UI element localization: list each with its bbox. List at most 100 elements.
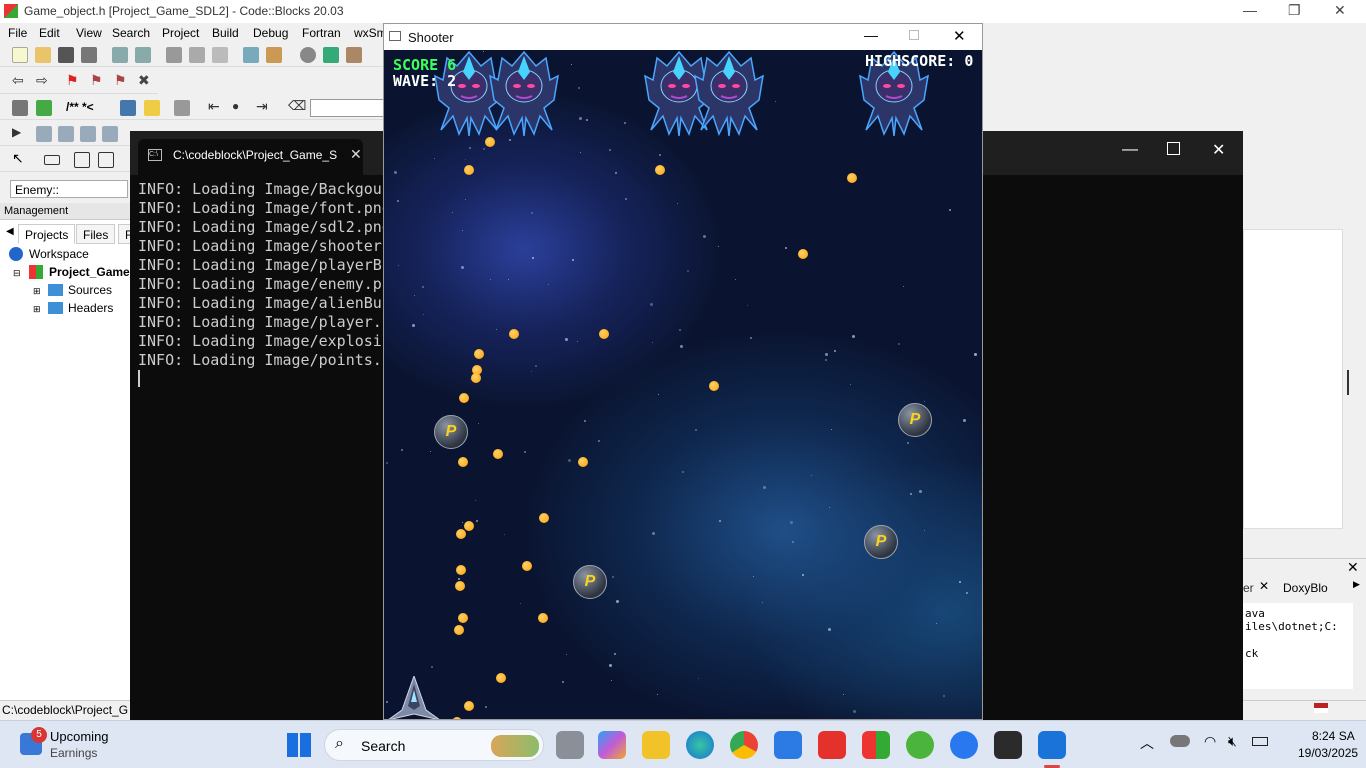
task-view-icon[interactable] (556, 731, 584, 759)
zalo-icon[interactable] (950, 731, 978, 759)
image-icon[interactable] (74, 152, 90, 168)
logs-tab-build[interactable]: er (1243, 581, 1254, 595)
codeblocks-task-icon[interactable] (862, 731, 890, 759)
jump-forward-icon[interactable]: ⇥ (256, 98, 272, 114)
file-explorer-icon[interactable] (642, 731, 670, 759)
wifi-icon[interactable]: ◠ (1204, 733, 1216, 750)
search-combo[interactable] (310, 99, 385, 117)
logs-close-icon[interactable]: ✕ (1347, 559, 1359, 576)
wps-icon[interactable] (818, 731, 846, 759)
forward-arrow-icon[interactable]: ⇨ (36, 72, 52, 88)
logs-tab-scroll-icon[interactable]: ▶ (1353, 579, 1360, 590)
tree-sources[interactable]: Sources (68, 283, 112, 297)
save-all-icon[interactable] (81, 47, 97, 63)
minimize-icon[interactable]: — (1243, 2, 1257, 18)
rect-icon[interactable] (44, 155, 60, 165)
search-box[interactable]: ⌕ Search (324, 729, 544, 761)
clock-time[interactable]: 8:24 SA (1312, 729, 1355, 743)
close-icon[interactable]: ✕ (1334, 2, 1346, 19)
open-icon[interactable] (35, 47, 51, 63)
clear-search-icon[interactable]: ⌫ (288, 98, 306, 114)
debug-next-icon[interactable] (58, 126, 74, 142)
clear-bookmark-icon[interactable]: ✖ (138, 72, 154, 88)
shooter-task-icon[interactable] (1038, 731, 1066, 759)
pointer-icon[interactable]: ↖ (12, 150, 28, 166)
doc-icon[interactable] (120, 100, 136, 116)
layers-icon[interactable] (12, 100, 28, 116)
debug-stop-icon[interactable] (102, 126, 118, 142)
comment-block-icon[interactable]: /** *< (66, 100, 94, 114)
tree-workspace[interactable]: Workspace (29, 247, 89, 261)
widget-title[interactable]: Upcoming (50, 729, 109, 744)
menu-project[interactable]: Project (162, 26, 199, 40)
expand-icon[interactable]: ⊞ (33, 286, 41, 297)
logs-tab-close-icon[interactable]: ✕ (1259, 579, 1269, 593)
menu-view[interactable]: View (76, 26, 102, 40)
tab-projects[interactable]: Projects (18, 224, 76, 244)
debug-step-icon[interactable] (36, 126, 52, 142)
redo-icon[interactable] (135, 47, 151, 63)
replace-icon[interactable] (266, 47, 282, 63)
undo-icon[interactable] (112, 47, 128, 63)
text-icon[interactable] (98, 152, 114, 168)
keyboard-language-icon[interactable] (1314, 703, 1328, 713)
console-minimize-icon[interactable]: — (1122, 141, 1138, 159)
menu-debug[interactable]: Debug (253, 26, 288, 40)
copy-icon[interactable] (189, 47, 205, 63)
coc-coc-icon[interactable] (906, 731, 934, 759)
prev-bookmark-icon[interactable]: ⚑ (90, 72, 106, 88)
jump-back-icon[interactable]: ⇤ (208, 98, 224, 114)
terminal-task-icon[interactable] (994, 731, 1022, 759)
menu-fortran[interactable]: Fortran (302, 26, 341, 40)
menu-build[interactable]: Build (212, 26, 239, 40)
onedrive-icon[interactable] (1170, 735, 1190, 747)
copilot-icon[interactable] (598, 731, 626, 759)
bookmark-flag-icon[interactable]: ⚑ (66, 72, 82, 88)
build-gear-icon[interactable] (300, 47, 316, 63)
menu-file[interactable]: File (8, 26, 27, 40)
dot-icon[interactable]: ● (232, 99, 248, 115)
wrench-icon[interactable] (174, 100, 190, 116)
edge-icon[interactable] (686, 731, 714, 759)
menu-wxsmith[interactable]: wxSm (354, 26, 387, 40)
tree-project[interactable]: Project_Game_ (49, 265, 136, 279)
restore-icon[interactable]: ❐ (1288, 2, 1301, 19)
game-minimize-icon[interactable]: — (864, 27, 878, 43)
start-windows-icon[interactable] (287, 733, 311, 757)
paste-icon[interactable] (212, 47, 228, 63)
game-maximize-icon[interactable] (909, 30, 919, 40)
battery-icon[interactable] (1252, 737, 1268, 746)
next-bookmark-icon[interactable]: ⚑ (114, 72, 130, 88)
show-hidden-icons-chevron-icon[interactable]: ︿ (1140, 733, 1154, 753)
console-tab-close-icon[interactable]: ✕ (350, 146, 362, 163)
clock-date[interactable]: 19/03/2025 (1298, 746, 1358, 760)
game-canvas[interactable]: SCORE 6 WAVE: 2 HIGHSCORE: 0 P P P P (384, 50, 982, 719)
chrome-icon[interactable] (730, 731, 758, 759)
collapse-icon[interactable]: ⊟ (13, 268, 21, 279)
store-icon[interactable] (774, 731, 802, 759)
tab-scroll-left-icon[interactable]: ◀ (6, 226, 14, 237)
green-run-icon[interactable] (36, 100, 52, 116)
logs-tab-doxyblocks[interactable]: DoxyBlo (1283, 581, 1328, 595)
debug-start-icon[interactable]: ▶ (12, 125, 28, 141)
build-run-icon[interactable] (346, 47, 362, 63)
speaker-muted-icon[interactable]: 🔇︎ (1228, 733, 1237, 750)
symbol-combo[interactable]: Enemy:: (10, 180, 128, 198)
expand-icon[interactable]: ⊞ (33, 304, 41, 315)
console-maximize-icon[interactable] (1167, 142, 1180, 155)
menu-search[interactable]: Search (112, 26, 150, 40)
tab-files[interactable]: Files (76, 224, 116, 244)
menu-edit[interactable]: Edit (39, 26, 60, 40)
find-icon[interactable] (243, 47, 259, 63)
console-close-icon[interactable]: ✕ (1212, 140, 1225, 160)
scrollbar-thumb[interactable] (1347, 370, 1349, 395)
debug-step-out-icon[interactable] (80, 126, 96, 142)
game-close-icon[interactable]: ✕ (953, 27, 966, 45)
help-icon[interactable] (144, 100, 160, 116)
cut-icon[interactable] (166, 47, 182, 63)
new-file-icon[interactable] (12, 47, 28, 63)
save-icon[interactable] (58, 47, 74, 63)
run-icon[interactable] (323, 47, 339, 63)
back-arrow-icon[interactable]: ⇦ (12, 72, 28, 88)
tree-headers[interactable]: Headers (68, 301, 113, 315)
